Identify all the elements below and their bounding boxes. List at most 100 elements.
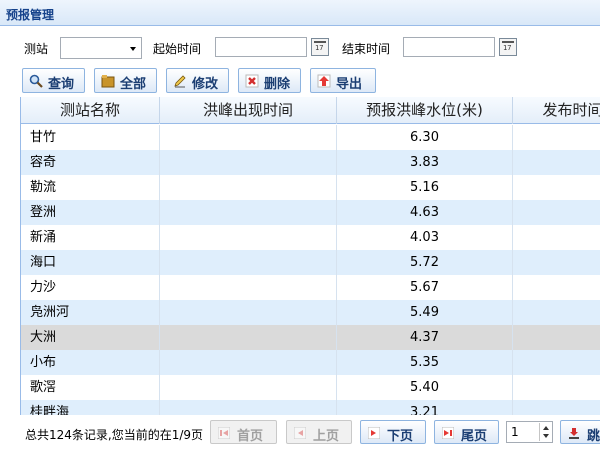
query-button[interactable]: 查询 [22,68,85,93]
column-header-peak-time[interactable]: 洪峰出现时间 [160,97,337,124]
prev-page-button[interactable]: 上页 [286,420,352,444]
cell-publish-time [513,200,600,225]
window-title-bar: 预报管理 [0,0,600,26]
cell-peak-time [160,400,337,415]
cell-peak-time [160,325,337,350]
table-row[interactable]: 桂畔海 3.21 [21,400,600,415]
station-label: 测站 [24,42,49,56]
search-icon [29,74,43,88]
pencil-icon [174,75,186,88]
jump-button[interactable]: 跳转 [560,420,600,444]
column-header-peak-level[interactable]: 预报洪峰水位(米) [337,97,513,124]
cell-peak-time [160,125,337,150]
cell-publish-time [513,125,600,150]
table-row[interactable]: 容奇 3.83 [21,150,600,175]
cell-peak-time [160,350,337,375]
table-row[interactable]: 歌滘 5.40 [21,375,600,400]
spin-down-icon[interactable] [543,434,549,438]
first-page-icon [218,427,230,439]
table-row[interactable]: 甘竹 6.30 [21,125,600,150]
table-row[interactable]: 登洲 4.63 [21,200,600,225]
cell-publish-time [513,325,600,350]
show-all-button[interactable]: 全部 [94,68,157,93]
next-page-icon [368,427,380,439]
forecast-table: 测站名称 洪峰出现时间 预报洪峰水位(米) 发布时间 甘竹 6.30 容奇 3.83 勒… [20,97,600,415]
delete-x-icon [245,74,259,88]
column-header-station[interactable]: 测站名称 [21,97,160,124]
export-arrow-icon [317,74,331,88]
delete-button[interactable]: 删除 [238,68,301,93]
cell-peak-time [160,275,337,300]
cell-peak-time [160,175,337,200]
station-select[interactable] [60,37,142,59]
folder-icon [101,75,115,88]
cell-station-name: 大洲 [21,325,160,350]
cell-publish-time [513,400,600,415]
cell-publish-time [513,250,600,275]
cell-peak-level: 5.35 [337,350,513,375]
end-time-label: 结束时间 [342,42,391,56]
content-panel: 测站 起始时间 17 结束时间 17 查询 全部 修改 删除 导出 测站名称 洪… [0,27,600,450]
cell-peak-level: 5.49 [337,300,513,325]
cell-publish-time [513,275,600,300]
table-row[interactable]: 大洲 4.37 [21,325,600,350]
cell-station-name: 容奇 [21,150,160,175]
cell-publish-time [513,300,600,325]
cell-peak-level: 4.03 [337,225,513,250]
cell-station-name: 海口 [21,250,160,275]
first-page-button[interactable]: 首页 [210,420,277,444]
spinner [539,423,551,441]
page-number-value: 1 [511,425,519,439]
last-page-icon [442,427,454,439]
cell-station-name: 甘竹 [21,125,160,150]
cell-publish-time [513,225,600,250]
cell-peak-level: 5.40 [337,375,513,400]
cell-peak-level: 6.30 [337,125,513,150]
cell-peak-level: 4.37 [337,325,513,350]
cell-station-name: 凫洲河 [21,300,160,325]
cell-peak-level: 5.16 [337,175,513,200]
cell-peak-time [160,200,337,225]
cell-station-name: 新涌 [21,225,160,250]
table-row[interactable]: 勒流 5.16 [21,175,600,200]
table-row[interactable]: 新涌 4.03 [21,225,600,250]
download-arrow-icon [569,428,579,439]
start-calendar-icon[interactable]: 17 [311,38,329,56]
cell-publish-time [513,350,600,375]
cell-peak-time [160,150,337,175]
cell-publish-time [513,150,600,175]
end-time-input[interactable] [403,37,495,57]
cell-peak-time [160,225,337,250]
end-calendar-icon[interactable]: 17 [499,38,517,56]
table-row[interactable]: 海口 5.72 [21,250,600,275]
export-button[interactable]: 导出 [310,68,376,93]
cell-station-name: 小布 [21,350,160,375]
table-header: 测站名称 洪峰出现时间 预报洪峰水位(米) 发布时间 [21,97,600,124]
cell-peak-time [160,375,337,400]
cell-station-name: 勒流 [21,175,160,200]
cell-peak-time [160,300,337,325]
cell-station-name: 力沙 [21,275,160,300]
cell-peak-level: 4.63 [337,200,513,225]
cell-station-name: 登洲 [21,200,160,225]
cell-peak-level: 3.21 [337,400,513,415]
table-row[interactable]: 力沙 5.67 [21,275,600,300]
table-row[interactable]: 小布 5.35 [21,350,600,375]
spin-up-icon[interactable] [543,426,549,430]
column-header-publish-time[interactable]: 发布时间 [513,97,600,124]
page-number-stepper[interactable]: 1 [506,421,553,443]
start-time-label: 起始时间 [153,42,202,56]
cell-publish-time [513,175,600,200]
start-time-input[interactable] [215,37,307,57]
cell-peak-level: 5.72 [337,250,513,275]
prev-page-icon [294,427,306,439]
cell-station-name: 歌滘 [21,375,160,400]
table-row[interactable]: 凫洲河 5.49 [21,300,600,325]
next-page-button[interactable]: 下页 [360,420,426,444]
last-page-button[interactable]: 尾页 [434,420,499,444]
edit-button[interactable]: 修改 [166,68,229,93]
cell-peak-time [160,250,337,275]
chevron-down-icon [130,47,136,51]
pager-info: 总共124条记录,您当前的在1/9页 [25,428,204,442]
cell-publish-time [513,375,600,400]
